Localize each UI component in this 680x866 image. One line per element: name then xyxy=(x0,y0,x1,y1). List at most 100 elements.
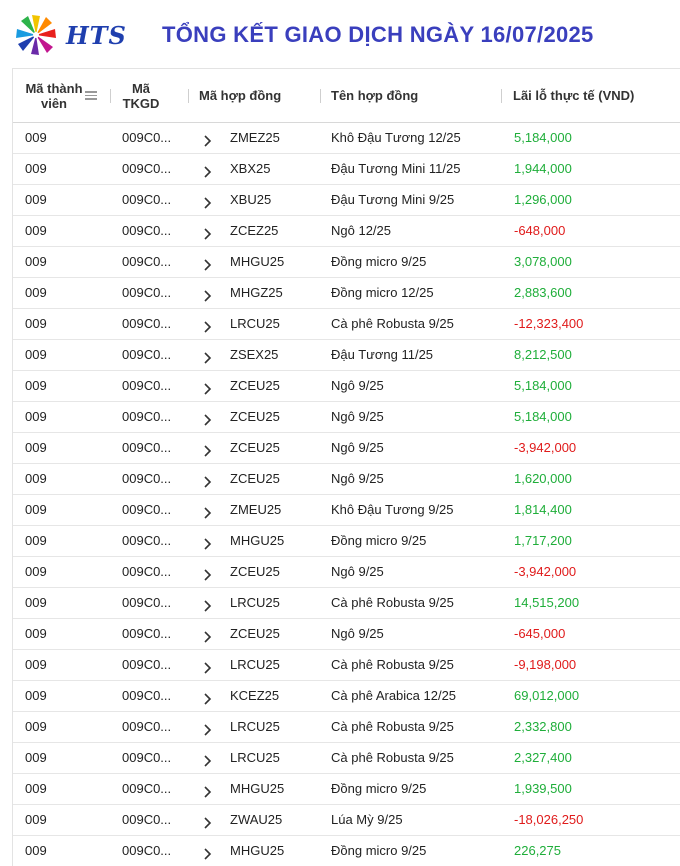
pnl-cell: 2,883,600 xyxy=(514,285,572,300)
column-header-member[interactable]: Mã thành viên xyxy=(13,69,95,122)
member-cell: 009 xyxy=(25,719,47,734)
account-cell: 009C0... xyxy=(122,595,172,610)
expand-row-chevron-icon[interactable] xyxy=(203,690,213,705)
expand-row-chevron-icon[interactable] xyxy=(203,132,213,147)
account-cell: 009C0... xyxy=(122,192,172,207)
contract-code-cell: MHGZ25 xyxy=(230,285,283,300)
contract-code-cell: ZWAU25 xyxy=(230,812,283,827)
column-menu-icon[interactable] xyxy=(85,89,97,101)
column-header-account[interactable]: Mã TKGD xyxy=(113,69,169,122)
expand-row-chevron-icon[interactable] xyxy=(203,411,213,426)
pnl-cell: -648,000 xyxy=(514,223,566,238)
expand-row-chevron-icon[interactable] xyxy=(203,721,213,736)
contract-code-cell: ZCEU25 xyxy=(230,409,280,424)
table-row[interactable]: 009 009C0... MHGU25 Đồng micro 9/25 3,078,00… xyxy=(13,247,680,278)
table-row[interactable]: 009 009C0... MHGU25 Đồng micro 9/25 226,275 xyxy=(13,836,680,866)
column-divider[interactable] xyxy=(188,89,189,103)
table-row[interactable]: 009 009C0... MHGU25 Đồng micro 9/25 1,939,50… xyxy=(13,774,680,805)
expand-row-chevron-icon[interactable] xyxy=(203,597,213,612)
contract-name-cell: Cà phê Robusta 9/25 xyxy=(331,316,454,331)
expand-row-chevron-icon[interactable] xyxy=(203,845,213,860)
table-row[interactable]: 009 009C0... ZMEU25 Khô Đậu Tương 9/25 1,814… xyxy=(13,495,680,526)
pnl-cell: -9,198,000 xyxy=(514,657,577,672)
pnl-cell: -12,323,400 xyxy=(514,316,584,331)
table-row[interactable]: 009 009C0... LRCU25 Cà phê Robusta 9/25 2,32… xyxy=(13,743,680,774)
expand-row-chevron-icon[interactable] xyxy=(203,659,213,674)
expand-row-chevron-icon[interactable] xyxy=(203,380,213,395)
contract-name-cell: Khô Đậu Tương 12/25 xyxy=(331,130,461,145)
table-row[interactable]: 009 009C0... XBX25 Đậu Tương Mini 11/25 1,94… xyxy=(13,154,680,185)
pnl-cell: 226,275 xyxy=(514,843,561,858)
member-cell: 009 xyxy=(25,223,47,238)
table-row[interactable]: 009 009C0... ZWAU25 Lúa Mỳ 9/25 -18,026,250 xyxy=(13,805,680,836)
expand-row-chevron-icon[interactable] xyxy=(203,473,213,488)
expand-row-chevron-icon[interactable] xyxy=(203,814,213,829)
member-cell: 009 xyxy=(25,285,47,300)
account-cell: 009C0... xyxy=(122,378,172,393)
expand-row-chevron-icon[interactable] xyxy=(203,752,213,767)
page-title: TỔNG KẾT GIAO DỊCH NGÀY 16/07/2025 xyxy=(162,22,594,47)
table-row[interactable]: 009 009C0... LRCU25 Cà phê Robusta 9/25 -12,… xyxy=(13,309,680,340)
table-row[interactable]: 009 009C0... XBU25 Đậu Tương Mini 9/25 1,296… xyxy=(13,185,680,216)
account-cell: 009C0... xyxy=(122,471,172,486)
expand-row-chevron-icon[interactable] xyxy=(203,318,213,333)
table-row[interactable]: 009 009C0... ZCEU25 Ngô 9/25 -645,000 xyxy=(13,619,680,650)
contract-name-cell: Cà phê Robusta 9/25 xyxy=(331,595,454,610)
table-row[interactable]: 009 009C0... ZMEZ25 Khô Đậu Tương 12/25 5,18… xyxy=(13,123,680,154)
member-cell: 009 xyxy=(25,533,47,548)
expand-row-chevron-icon[interactable] xyxy=(203,287,213,302)
member-cell: 009 xyxy=(25,595,47,610)
contract-name-cell: Ngô 9/25 xyxy=(331,409,384,424)
contract-name-cell: Ngô 9/25 xyxy=(331,626,384,641)
column-divider[interactable] xyxy=(501,89,502,103)
column-divider[interactable] xyxy=(110,89,111,103)
expand-row-chevron-icon[interactable] xyxy=(203,442,213,457)
expand-row-chevron-icon[interactable] xyxy=(203,225,213,240)
contract-name-cell: Đậu Tương Mini 9/25 xyxy=(331,192,455,207)
table-row[interactable]: 009 009C0... KCEZ25 Cà phê Arabica 12/25 69,… xyxy=(13,681,680,712)
expand-row-chevron-icon[interactable] xyxy=(203,256,213,271)
contract-code-cell: LRCU25 xyxy=(230,750,280,765)
table-row[interactable]: 009 009C0... MHGU25 Đồng micro 9/25 1,717,20… xyxy=(13,526,680,557)
pnl-cell: 1,620,000 xyxy=(514,471,572,486)
expand-row-chevron-icon[interactable] xyxy=(203,566,213,581)
table-row[interactable]: 009 009C0... ZCEU25 Ngô 9/25 -3,942,000 xyxy=(13,557,680,588)
expand-row-chevron-icon[interactable] xyxy=(203,783,213,798)
contract-code-cell: KCEZ25 xyxy=(230,688,280,703)
account-cell: 009C0... xyxy=(122,316,172,331)
contract-code-cell: ZCEU25 xyxy=(230,378,280,393)
expand-row-chevron-icon[interactable] xyxy=(203,535,213,550)
column-divider[interactable] xyxy=(320,89,321,103)
table-row[interactable]: 009 009C0... MHGZ25 Đồng micro 12/25 2,883,6… xyxy=(13,278,680,309)
table-row[interactable]: 009 009C0... ZCEZ25 Ngô 12/25 -648,000 xyxy=(13,216,680,247)
account-cell: 009C0... xyxy=(122,657,172,672)
account-cell: 009C0... xyxy=(122,130,172,145)
page-header: HTS TỔNG KẾT GIAO DỊCH NGÀY 16/07/2025 xyxy=(0,0,680,68)
expand-row-chevron-icon[interactable] xyxy=(203,349,213,364)
contract-code-cell: LRCU25 xyxy=(230,595,280,610)
table-row[interactable]: 009 009C0... ZCEU25 Ngô 9/25 5,184,000 xyxy=(13,371,680,402)
pnl-cell: -3,942,000 xyxy=(514,564,577,579)
table-row[interactable]: 009 009C0... ZSEX25 Đậu Tương 11/25 8,212,50… xyxy=(13,340,680,371)
table-row[interactable]: 009 009C0... ZCEU25 Ngô 9/25 1,620,000 xyxy=(13,464,680,495)
column-header-pnl[interactable]: Lãi lỗ thực tế (VND) xyxy=(513,69,634,122)
contract-code-cell: XBX25 xyxy=(230,161,271,176)
table-body: 009 009C0... ZMEZ25 Khô Đậu Tương 12/25 5,18… xyxy=(13,123,680,866)
trade-summary-table: Mã thành viên Mã TKGD Mã hợp đồng Tên hợ… xyxy=(12,68,680,866)
table-row[interactable]: 009 009C0... LRCU25 Cà phê Robusta 9/25 -9,1… xyxy=(13,650,680,681)
contract-code-cell: MHGU25 xyxy=(230,781,285,796)
expand-row-chevron-icon[interactable] xyxy=(203,628,213,643)
expand-row-chevron-icon[interactable] xyxy=(203,163,213,178)
expand-row-chevron-icon[interactable] xyxy=(203,194,213,209)
column-header-contract-code[interactable]: Mã hợp đồng xyxy=(199,69,281,122)
expand-row-chevron-icon[interactable] xyxy=(203,504,213,519)
table-row[interactable]: 009 009C0... LRCU25 Cà phê Robusta 9/25 2,33… xyxy=(13,712,680,743)
column-header-contract-name[interactable]: Tên hợp đồng xyxy=(331,69,418,122)
pnl-cell: 1,717,200 xyxy=(514,533,572,548)
contract-name-cell: Đồng micro 9/25 xyxy=(331,843,427,858)
table-row[interactable]: 009 009C0... ZCEU25 Ngô 9/25 5,184,000 xyxy=(13,402,680,433)
member-cell: 009 xyxy=(25,316,47,331)
contract-code-cell: MHGU25 xyxy=(230,254,285,269)
table-row[interactable]: 009 009C0... LRCU25 Cà phê Robusta 9/25 14,5… xyxy=(13,588,680,619)
table-row[interactable]: 009 009C0... ZCEU25 Ngô 9/25 -3,942,000 xyxy=(13,433,680,464)
